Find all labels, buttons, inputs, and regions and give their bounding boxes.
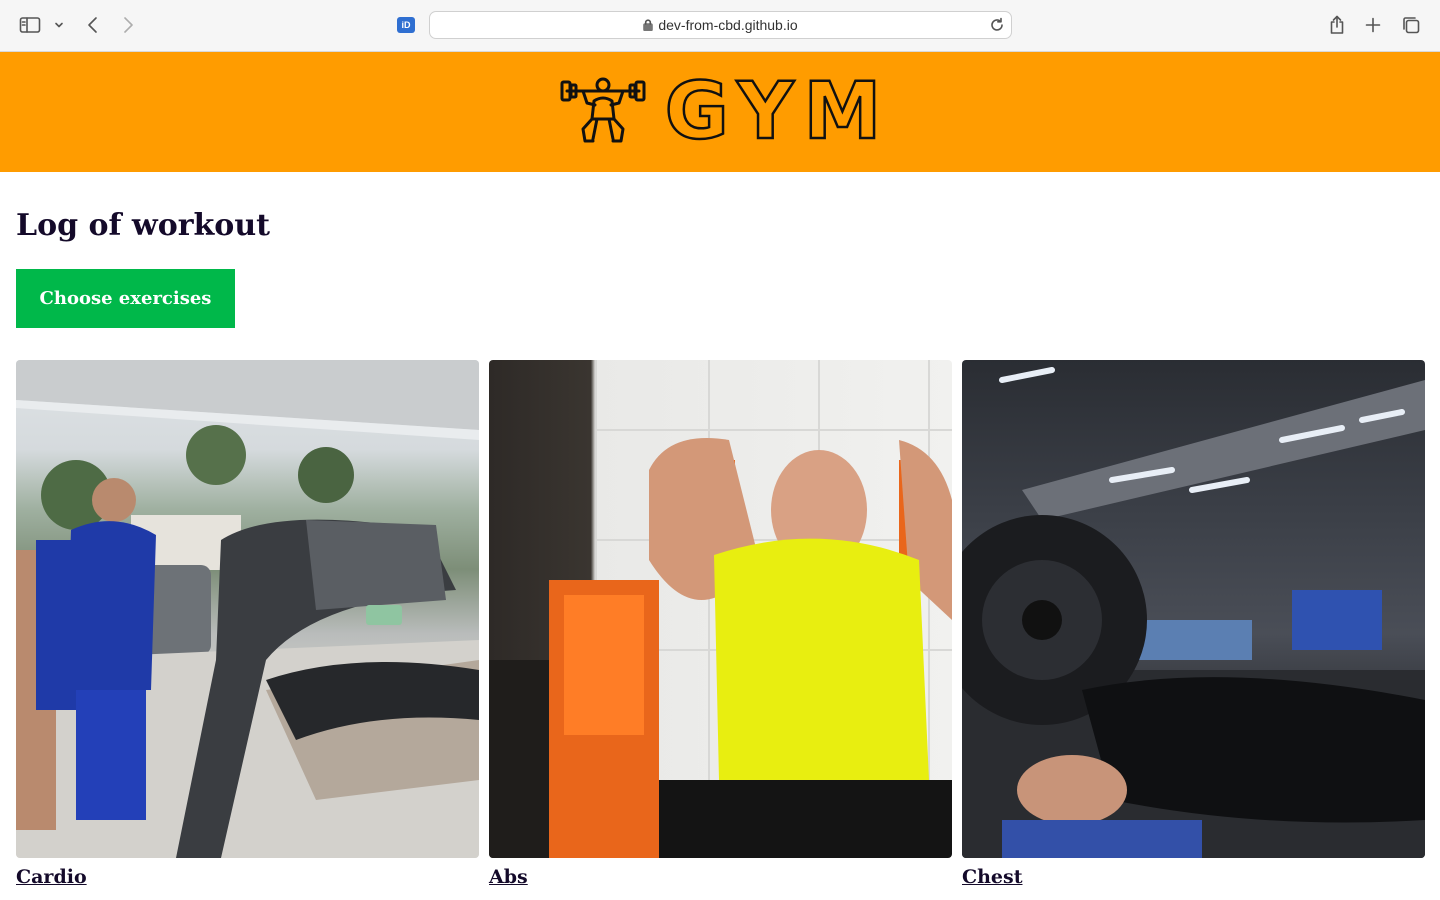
address-text: dev-from-cbd.github.io <box>658 17 798 33</box>
workout-card-grid: Cardio Abs Chest <box>16 360 1425 888</box>
card-abs[interactable]: Abs <box>489 360 952 888</box>
choose-exercises-button[interactable]: Choose exercises <box>16 269 235 328</box>
share-icon[interactable] <box>1324 12 1350 38</box>
card-chest-image[interactable] <box>962 360 1425 858</box>
tab-overview-icon[interactable] <box>1398 12 1424 38</box>
logo-text: GYM <box>664 67 892 157</box>
new-tab-icon[interactable] <box>1360 12 1386 38</box>
card-chest[interactable]: Chest <box>962 360 1425 888</box>
card-cardio-link[interactable]: Cardio <box>16 866 87 888</box>
address-bar[interactable]: dev-from-cbd.github.io <box>429 11 1012 39</box>
card-cardio[interactable]: Cardio <box>16 360 479 888</box>
page-title: Log of workout <box>16 208 270 243</box>
lock-icon <box>643 19 654 31</box>
gym-logo[interactable]: GYM <box>559 67 892 157</box>
site-favicon-icon: iD <box>397 17 415 33</box>
weightlifter-icon <box>559 75 647 149</box>
reload-icon[interactable] <box>989 17 1005 36</box>
site-header: GYM <box>0 52 1440 172</box>
forward-icon[interactable] <box>115 12 141 38</box>
chevron-down-icon[interactable] <box>48 12 70 38</box>
sidebar-toggle-icon[interactable] <box>17 12 43 38</box>
card-cardio-image[interactable] <box>16 360 479 858</box>
card-abs-link[interactable]: Abs <box>489 866 528 888</box>
back-icon[interactable] <box>80 12 106 38</box>
card-chest-link[interactable]: Chest <box>962 866 1023 888</box>
browser-toolbar: iD dev-from-cbd.github.io <box>0 0 1440 52</box>
card-abs-image[interactable] <box>489 360 952 858</box>
